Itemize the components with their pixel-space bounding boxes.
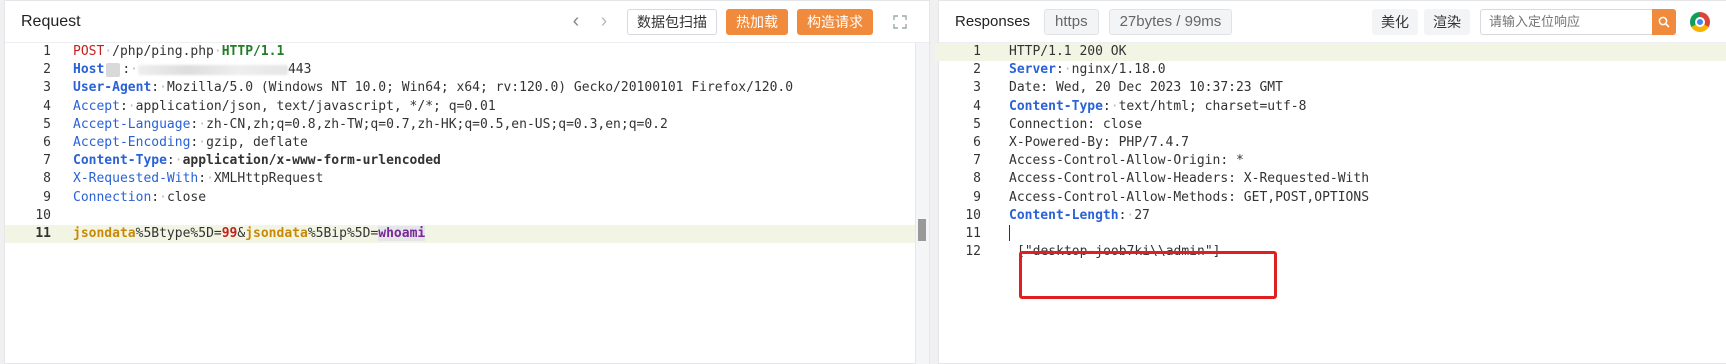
response-header: Responses https 27bytes / 99ms 美化 渲染 — [939, 1, 1726, 43]
text-cursor — [1009, 225, 1010, 242]
scrollbar-thumb[interactable] — [918, 219, 926, 241]
code-line: 4 Content-Type:·text/html; charset=utf-8 — [973, 98, 1307, 114]
code-line: 10 — [35, 207, 51, 223]
request-editor[interactable]: 1 POST·/php/ping.php·HTTP/1.1 2 Host:· 44… — [5, 43, 929, 244]
stats-tag: 27bytes / 99ms — [1108, 8, 1233, 35]
code-line: 7 Content-Type:·application/x-www-form-u… — [43, 153, 441, 169]
code-line: 9 Access-Control-Allow-Methods: GET,POST… — [973, 189, 1370, 205]
back-arrow-icon[interactable]: ‹ — [562, 10, 590, 34]
code-line: 5 Accept-Language:·zh-CN,zh;q=0.8,zh-TW;… — [43, 116, 668, 132]
code-line: 4 Accept:·application/json, text/javascr… — [43, 98, 496, 114]
code-line: 1 POST·/php/ping.php·HTTP/1.1 — [43, 44, 285, 59]
redacted-host — [137, 64, 288, 75]
code-line: 1 HTTP/1.1 200 OK — [935, 43, 1726, 62]
chrome-browser-icon[interactable] — [1690, 11, 1710, 32]
request-pane: Request ‹ › 数据包扫描 热加载 构造请求 1 POST·/php/p… — [4, 0, 930, 364]
code-line: 2 Host:· 443 — [43, 62, 312, 78]
code-line: 3 Date: Wed, 20 Dec 2023 10:37:23 GMT — [973, 80, 1283, 96]
code-line: 9 Connection:·close — [43, 189, 207, 205]
code-line: 5 Connection: close — [973, 116, 1143, 132]
request-header: Request ‹ › 数据包扫描 热加载 构造请求 — [5, 1, 929, 43]
code-line: 8 Access-Control-Allow-Headers: X-Reques… — [973, 171, 1370, 187]
locate-search — [1480, 8, 1676, 35]
forward-arrow-icon[interactable]: › — [590, 10, 618, 34]
code-line: 8 X-Requested-With:·XMLHttpRequest — [43, 171, 324, 187]
code-line: 11 — [935, 225, 1726, 243]
response-title: Responses — [955, 13, 1031, 30]
highlight-box — [1019, 251, 1277, 299]
request-title: Request — [21, 12, 81, 30]
protocol-tag: https — [1044, 8, 1099, 35]
packet-scan-button[interactable]: 数据包扫描 — [627, 8, 717, 35]
code-line: 2 Server:·nginx/1.18.0 — [973, 62, 1166, 78]
code-line: 3 User-Agent:·Mozilla/5.0 (Windows NT 10… — [43, 80, 794, 96]
construct-request-button[interactable]: 构造请求 — [797, 8, 873, 35]
request-scrollbar[interactable] — [915, 43, 929, 364]
locate-search-input[interactable] — [1480, 8, 1652, 35]
render-button[interactable]: 渲染 — [1424, 8, 1470, 35]
code-line: 10 Content-Length:·27 — [965, 207, 1150, 223]
code-line: 6 X-Powered-By: PHP/7.4.7 — [973, 134, 1190, 150]
redacted-chip — [106, 62, 121, 77]
code-line: 6 Accept-Encoding:·gzip, deflate — [43, 134, 308, 150]
search-icon[interactable] — [1652, 8, 1676, 35]
expand-icon[interactable] — [887, 9, 913, 35]
beautify-button[interactable]: 美化 — [1372, 8, 1418, 35]
code-line: 7 Access-Control-Allow-Origin: * — [973, 153, 1244, 169]
response-pane: Responses https 27bytes / 99ms 美化 渲染 1 H… — [935, 0, 1726, 364]
hot-reload-button[interactable]: 热加载 — [726, 8, 788, 35]
code-line-active: 11 jsondata%5Btype%5D=99&jsondata%5Bip%5… — [5, 224, 929, 244]
app-window: Request ‹ › 数据包扫描 热加载 构造请求 1 POST·/php/p… — [0, 0, 1726, 364]
response-viewer[interactable]: 1 HTTP/1.1 200 OK 2 Server:·nginx/1.18.0… — [935, 43, 1726, 261]
